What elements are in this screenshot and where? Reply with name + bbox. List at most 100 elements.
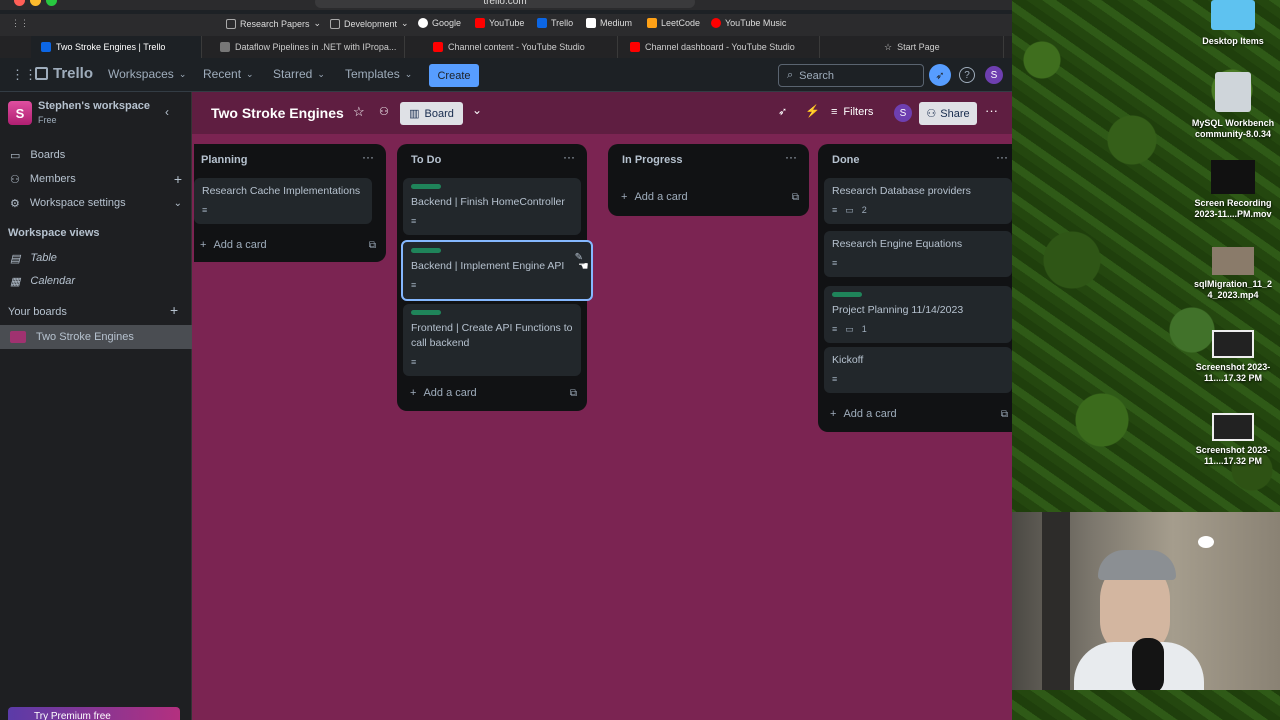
collapse-sidebar-icon[interactable]: ‹ xyxy=(165,105,169,119)
starred-menu[interactable]: Starred ⌄ xyxy=(273,67,325,81)
notification-rocket-icon[interactable]: ➶ xyxy=(929,64,951,86)
list-menu-icon[interactable]: ··· xyxy=(996,150,1008,164)
card-research-engine-equations[interactable]: Research Engine Equations ≡ xyxy=(824,231,1012,277)
list-menu-icon[interactable]: ··· xyxy=(563,150,575,164)
trello-icon xyxy=(537,18,547,28)
share-button[interactable]: ⚇ Share xyxy=(919,102,977,125)
card-project-planning[interactable]: Project Planning 11/14/2023 ≡ ▭ 1 xyxy=(824,286,1012,343)
bookmark-youtube-music[interactable]: YouTube Music xyxy=(711,18,786,28)
bookmark-leetcode[interactable]: LeetCode xyxy=(647,18,700,28)
apps-grid-icon[interactable]: ⋮⋮ xyxy=(11,18,29,29)
search-input[interactable]: ⌕ Search xyxy=(778,64,924,87)
list-menu-icon[interactable]: ··· xyxy=(785,150,797,164)
list-menu-icon[interactable]: ··· xyxy=(362,150,374,164)
card-finish-homecontroller[interactable]: Backend | Finish HomeController ≡ xyxy=(403,178,581,235)
create-button[interactable]: Create xyxy=(429,64,479,87)
bookmark-google[interactable]: Google xyxy=(418,18,461,28)
workspaces-menu[interactable]: Workspaces ⌄ xyxy=(108,67,186,81)
sidebar-item-members[interactable]: ⚇ Members + xyxy=(0,168,192,190)
add-card-button[interactable]: + Add a card xyxy=(830,408,897,420)
your-boards-header: Your boards xyxy=(8,306,67,318)
zoom-window-button[interactable] xyxy=(46,0,57,6)
list-title[interactable]: To Do xyxy=(411,154,441,166)
sidebar-item-calendar[interactable]: ▦ Calendar xyxy=(0,270,192,292)
help-icon[interactable]: ? xyxy=(959,67,975,83)
bookmark-trello[interactable]: Trello xyxy=(537,18,573,28)
video-thumbnail-icon xyxy=(1211,160,1255,194)
green-label xyxy=(832,292,862,297)
power-ups-icon[interactable]: ➶ xyxy=(778,105,787,118)
card-create-api-functions[interactable]: Frontend | Create API Functions to call … xyxy=(403,304,581,376)
list-title[interactable]: Done xyxy=(832,154,860,166)
star-board-icon[interactable]: ☆ xyxy=(353,104,365,120)
desktop-screenshot-1[interactable]: Screenshot 2023-11....17.32 PM xyxy=(1188,330,1278,384)
chevron-down-icon: ⌄ xyxy=(317,68,325,79)
view-switcher-chevron-icon[interactable]: ⌄ xyxy=(472,103,482,117)
add-board-icon[interactable]: + xyxy=(170,302,178,318)
add-card-button[interactable]: + Add a card xyxy=(621,191,688,203)
trello-logo[interactable]: Trello xyxy=(35,65,93,82)
app-switcher-icon[interactable]: ⋮⋮ xyxy=(11,67,37,83)
list-title[interactable]: Planning xyxy=(201,154,247,166)
search-icon: ⌕ xyxy=(787,69,794,81)
try-premium-button[interactable]: Try Premium free xyxy=(8,707,180,720)
tab-dataflow[interactable]: Dataflow Pipelines in .NET with IPropa..… xyxy=(210,36,405,58)
sidebar: S Stephen's workspace Free ‹ ▭ Boards ⚇ Me… xyxy=(0,92,192,720)
card-kickoff[interactable]: Kickoff ≡ xyxy=(824,347,1012,393)
person-cap xyxy=(1098,550,1176,580)
board-view-button[interactable]: ▥ Board xyxy=(400,102,463,125)
comment-count: 1 xyxy=(861,324,867,334)
card-research-cache[interactable]: Research Cache Implementations ≡ xyxy=(194,178,372,224)
automation-icon[interactable]: ⚡ xyxy=(805,104,820,118)
star-icon: ☆ xyxy=(884,41,893,52)
card-template-icon[interactable]: ⧉ xyxy=(1001,409,1008,420)
medium-icon xyxy=(586,18,596,28)
address-bar[interactable]: trello.com xyxy=(315,0,695,8)
recent-menu[interactable]: Recent ⌄ xyxy=(203,67,254,81)
visibility-icon[interactable]: ⚇ xyxy=(379,105,389,118)
minimize-window-button[interactable] xyxy=(30,0,41,6)
card-template-icon[interactable]: ⧉ xyxy=(792,192,799,203)
filters-button[interactable]: ≡ Filters xyxy=(831,106,873,118)
tab-trello[interactable]: Two Stroke Engines | Trello xyxy=(31,36,202,58)
templates-menu[interactable]: Templates ⌄ xyxy=(345,67,412,81)
tab-start-page[interactable]: ☆ Start Page xyxy=(874,36,1004,58)
image-thumbnail-icon xyxy=(1212,413,1254,441)
desktop-screen-recording[interactable]: Screen Recording 2023-11....PM.mov xyxy=(1188,160,1278,220)
tab-channel-dashboard[interactable]: Channel dashboard - YouTube Studio xyxy=(620,36,820,58)
folder-icon xyxy=(226,18,236,29)
bookmark-development[interactable]: Development ⌄ xyxy=(330,18,409,29)
add-member-icon[interactable]: + xyxy=(174,171,182,187)
desktop-mysql-workbench[interactable]: MySQL Workbench community-8.0.34 xyxy=(1188,72,1278,140)
chevron-down-icon[interactable]: ⌄ xyxy=(174,198,182,209)
workspace-name[interactable]: Stephen's workspace xyxy=(38,100,150,112)
close-window-button[interactable] xyxy=(14,0,25,6)
account-avatar[interactable]: S xyxy=(985,66,1003,84)
card-template-icon[interactable]: ⧉ xyxy=(369,240,376,251)
desktop-sql-migration-video[interactable]: sqlMigration_11_2 4_2023.mp4 xyxy=(1188,247,1278,301)
card-template-icon[interactable]: ⧉ xyxy=(570,388,577,399)
desktop-items-folder[interactable]: Desktop Items xyxy=(1188,0,1278,47)
medium-icon xyxy=(220,42,230,52)
description-icon: ≡ xyxy=(832,205,838,215)
title-bar: trello.com xyxy=(0,0,1012,10)
bookmark-research-papers[interactable]: Research Papers ⌄ xyxy=(226,18,321,29)
add-card-button[interactable]: + Add a card xyxy=(410,387,477,399)
board-member-avatar[interactable]: S xyxy=(894,104,912,122)
add-card-button[interactable]: + Add a card xyxy=(200,239,267,251)
board-title[interactable]: Two Stroke Engines xyxy=(211,105,344,121)
bookmark-medium[interactable]: Medium xyxy=(586,18,632,28)
sidebar-item-table[interactable]: ▤ Table xyxy=(0,247,192,269)
list-title[interactable]: In Progress xyxy=(622,154,683,166)
desktop-screenshot-2[interactable]: Screenshot 2023-11....17.32 PM xyxy=(1188,413,1278,467)
google-icon xyxy=(418,18,428,28)
sidebar-item-boards[interactable]: ▭ Boards xyxy=(0,144,192,166)
sidebar-item-workspace-settings[interactable]: ⚙ Workspace settings ⌄ xyxy=(0,192,192,214)
youtube-music-icon xyxy=(711,18,721,28)
card-research-database[interactable]: Research Database providers ≡ ▭ 2 xyxy=(824,178,1012,224)
card-implement-engine-api[interactable]: Backend | Implement Engine API ≡ ✎ xyxy=(401,240,593,301)
board-menu-icon[interactable]: ··· xyxy=(985,103,998,118)
sidebar-item-two-stroke-engines[interactable]: Two Stroke Engines xyxy=(0,325,192,349)
tab-channel-content[interactable]: Channel content - YouTube Studio xyxy=(423,36,618,58)
bookmark-youtube[interactable]: YouTube xyxy=(475,18,524,28)
